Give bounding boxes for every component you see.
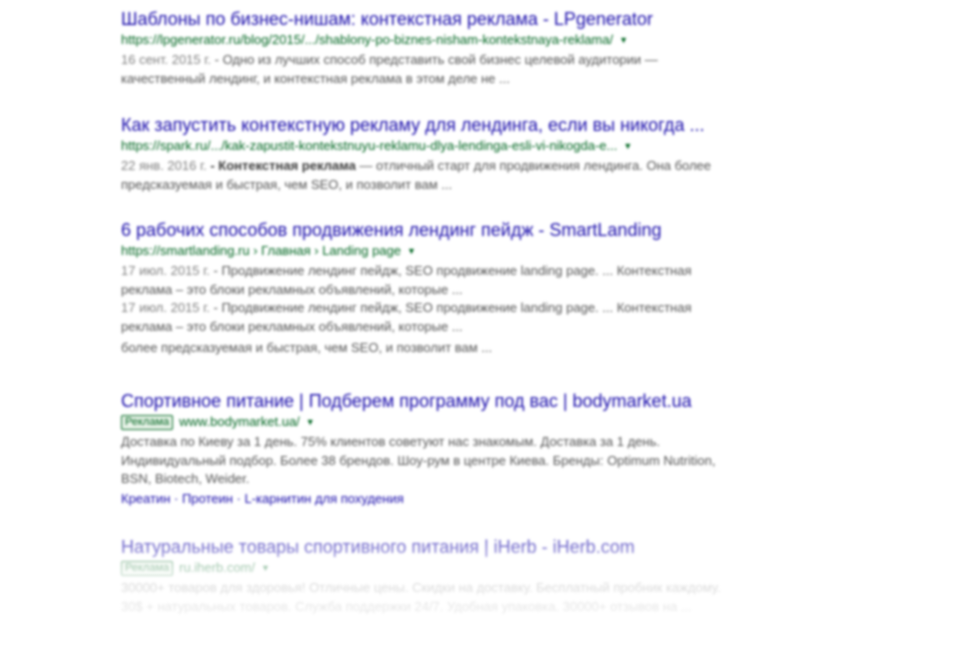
result-url: https://lpgenerator.ru/blog/2015/.../sha… xyxy=(121,32,614,47)
caret-down-icon[interactable]: ▼ xyxy=(407,246,416,256)
search-results-page: Шаблоны по бизнес-нишам: контекстная рек… xyxy=(0,0,976,650)
ad-url: ru.iherb.com/ xyxy=(179,560,255,575)
search-result-lpgenerator: Шаблоны по бизнес-нишам: контекстная рек… xyxy=(121,8,731,88)
result-url: https://spark.ru/.../kak-zapustit-kontek… xyxy=(121,138,618,153)
result-url-line: https://smartlanding.ru › Главная › Land… xyxy=(121,242,731,260)
caret-down-icon[interactable]: ▼ xyxy=(623,141,632,151)
ad-title-link[interactable]: Натуральные товары спортивного питания |… xyxy=(121,536,731,558)
caret-down-icon[interactable]: ▼ xyxy=(261,563,270,573)
ad-badge: Реклама xyxy=(121,414,174,430)
search-result-smartlanding: 6 рабочих способов продвижения лендинг п… xyxy=(121,219,731,358)
result-title-link[interactable]: Как запустить контекстную рекламу для ле… xyxy=(121,114,731,136)
result-date: 17 июл. 2015 г. xyxy=(121,263,210,278)
ad-result-iherb: Натуральные товары спортивного питания |… xyxy=(121,536,731,616)
result-url-line: https://lpgenerator.ru/blog/2015/.../sha… xyxy=(121,31,731,49)
result-snippet-text: более предсказуемая и быстрая, чем SEO, … xyxy=(121,340,493,355)
ad-result-bodymarket: Спортивное питание | Подберем программу … xyxy=(121,390,731,508)
ad-badge: Реклама xyxy=(121,560,174,576)
ad-url-line: Реклама ru.iherb.com/ ▼ xyxy=(121,559,731,577)
result-snippet: 16 сент. 2015 г. - Одно из лучших способ… xyxy=(121,51,731,88)
result-title-link[interactable]: 6 рабочих способов продвижения лендинг п… xyxy=(121,219,731,241)
ad-snippet: 30000+ товаров для здоровья! Отличные це… xyxy=(121,580,721,614)
result-snippet: 22 янв. 2016 г. - Контекстная реклама — … xyxy=(121,157,731,194)
ad-url-line: Реклама www.bodymarket.ua/ ▼ xyxy=(121,413,731,431)
result-date: 22 янв. 2016 г. xyxy=(121,158,207,173)
caret-down-icon[interactable]: ▼ xyxy=(306,417,315,427)
result-url-line: https://spark.ru/.../kak-zapustit-kontek… xyxy=(121,137,731,155)
result-date: 17 июл. 2015 г. xyxy=(121,300,210,315)
caret-down-icon[interactable]: ▼ xyxy=(619,35,628,45)
sitelink-protein[interactable]: Протеин xyxy=(182,491,233,506)
sitelink-l-carnitine[interactable]: L-карнитин для похудения xyxy=(245,491,404,506)
search-result-spark: Как запустить контекстную рекламу для ле… xyxy=(121,114,731,194)
ad-sitelinks: Креатин · Протеин · L-карнитин для похуд… xyxy=(121,490,404,506)
ad-title-link[interactable]: Спортивное питание | Подберем программу … xyxy=(121,390,731,412)
result-title-link[interactable]: Шаблоны по бизнес-нишам: контекстная рек… xyxy=(121,8,731,30)
result-snippet-bold: - Контекстная реклама xyxy=(206,158,356,173)
ad-url: www.bodymarket.ua/ xyxy=(179,414,300,429)
result-snippet: 17 июл. 2015 г. - Продвижение лендинг пе… xyxy=(121,262,731,299)
result-snippet: более предсказуемая и быстрая, чем SEO, … xyxy=(121,339,731,358)
result-date: 16 сент. 2015 г. xyxy=(121,52,212,67)
result-breadcrumb-url: https://smartlanding.ru › Главная › Land… xyxy=(121,243,402,258)
sitelink-creatine[interactable]: Креатин xyxy=(121,491,170,506)
result-snippet: 17 июл. 2015 г. - Продвижение лендинг пе… xyxy=(121,299,731,336)
ad-snippet: Доставка по Киеву за 1 день. 75% клиенто… xyxy=(121,434,716,486)
